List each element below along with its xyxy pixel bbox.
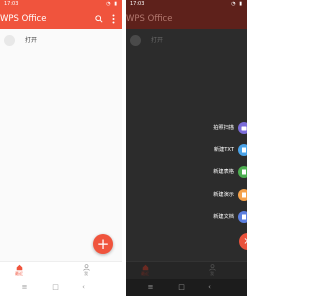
bottom-nav: 最近 我	[0, 261, 122, 279]
home-screen: 17:03 ◔ ▮ WPS Office 打开 + 最近 我 ≡ □ ‹	[0, 0, 122, 296]
presentation-icon	[238, 189, 247, 201]
text-file-icon	[238, 144, 247, 156]
nav-mine-label: 我	[84, 271, 88, 276]
recent-apps-icon[interactable]: ≡	[20, 283, 29, 292]
app-title: WPS Office	[0, 14, 47, 24]
nav-home: 最近	[133, 264, 157, 280]
dial-label: 新建演示	[213, 192, 234, 198]
system-nav: ≡ □ ‹	[126, 279, 247, 296]
status-time: 17:03	[130, 1, 145, 7]
recent-apps-icon[interactable]: ≡	[146, 283, 155, 292]
status-icons: ◔ ▮	[106, 1, 118, 7]
dial-new-presentation[interactable]: 新建演示	[126, 189, 247, 201]
dial-label: 新建TXT	[213, 147, 234, 153]
speed-dial-screen: 17:03 ◔ ▮ WPS Office 打开 拍照扫描 新建TXT 新建表格 …	[126, 0, 247, 296]
back-icon[interactable]: ‹	[79, 283, 88, 292]
nav-home-label: 最近	[141, 271, 149, 276]
search-icon[interactable]	[95, 15, 103, 23]
app-title: WPS Office	[126, 14, 173, 24]
open-file-row[interactable]: 打开	[0, 30, 122, 52]
open-label: 打开	[151, 37, 164, 44]
person-icon	[208, 264, 216, 271]
status-bar: 17:03 ◔ ▮	[126, 0, 247, 9]
camera-icon	[238, 122, 247, 134]
dial-label: 拍照扫描	[213, 125, 234, 131]
app-bar: 17:03 ◔ ▮ WPS Office	[0, 0, 122, 29]
add-button[interactable]: +	[93, 234, 113, 254]
dial-new-sheet[interactable]: 新建表格	[126, 166, 247, 178]
dial-camera-scan[interactable]: 拍照扫描	[126, 122, 247, 134]
home-system-icon[interactable]: □	[177, 283, 186, 292]
nav-mine[interactable]: 我	[74, 264, 98, 280]
dial-new-document[interactable]: 新建文档	[126, 211, 247, 223]
dial-label: 新建表格	[213, 169, 234, 175]
home-icon	[142, 264, 148, 271]
close-button[interactable]: ×	[239, 233, 247, 250]
nav-mine-label: 我	[210, 271, 214, 276]
dial-new-txt[interactable]: 新建TXT	[126, 144, 247, 156]
status-icons: ◔ ▮	[231, 1, 243, 7]
folder-icon	[4, 35, 15, 46]
spreadsheet-icon	[238, 166, 247, 178]
dial-label: 新建文档	[213, 214, 234, 220]
home-icon	[16, 264, 22, 271]
open-label: 打开	[25, 37, 38, 44]
document-icon	[238, 211, 247, 223]
system-nav: ≡ □ ‹	[0, 279, 122, 296]
nav-home[interactable]: 最近	[7, 264, 31, 280]
bottom-nav: 最近 我	[126, 261, 247, 279]
nav-home-label: 最近	[15, 271, 23, 276]
folder-icon	[130, 35, 141, 46]
back-icon[interactable]: ‹	[205, 283, 214, 292]
nav-mine: 我	[200, 264, 224, 280]
app-bar-dimmed: 17:03 ◔ ▮ WPS Office	[126, 0, 247, 29]
status-bar: 17:03 ◔ ▮	[0, 0, 122, 9]
open-file-row: 打开	[126, 30, 247, 52]
person-icon	[82, 264, 90, 271]
more-options-icon[interactable]	[112, 14, 115, 24]
status-time: 17:03	[4, 1, 19, 7]
home-system-icon[interactable]: □	[51, 283, 60, 292]
